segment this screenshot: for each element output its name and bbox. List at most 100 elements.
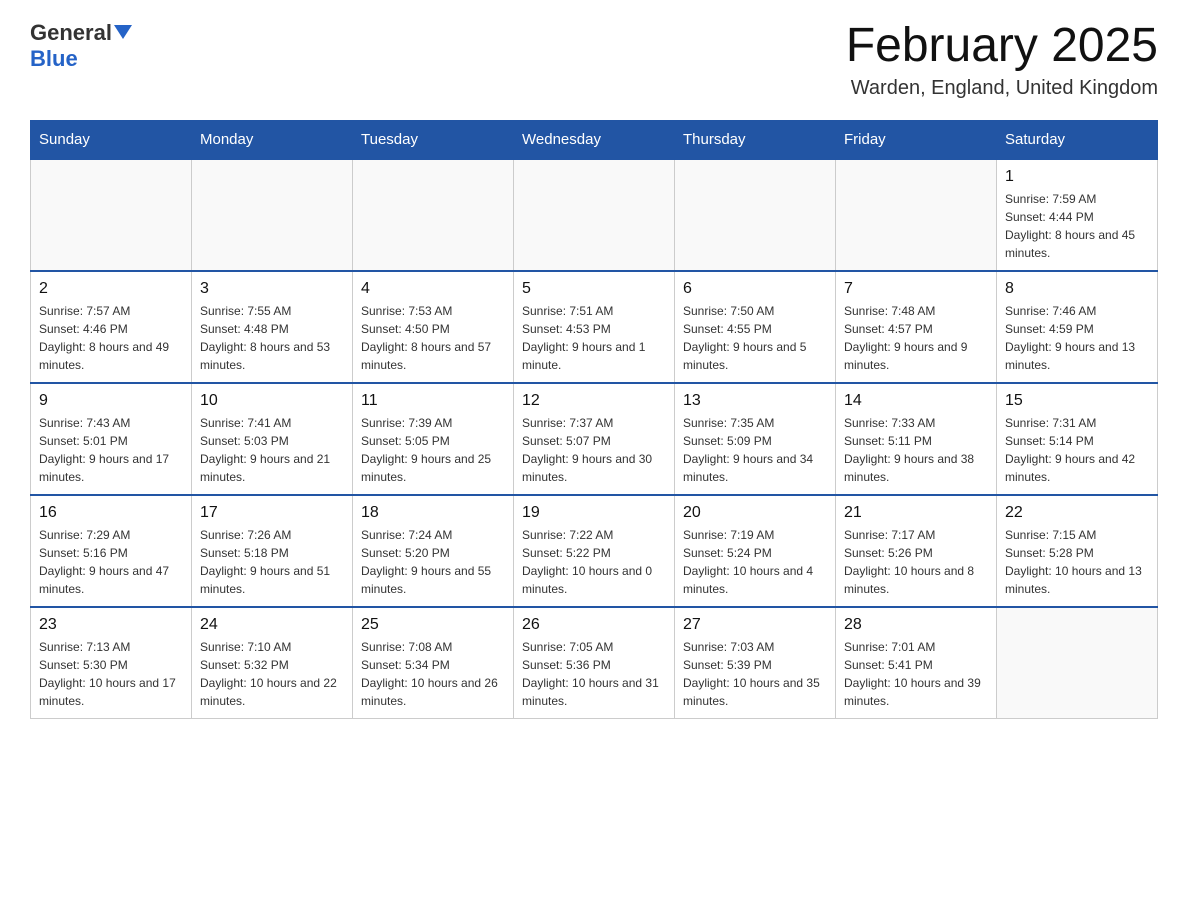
day-number: 22 [1005,504,1149,522]
day-number: 20 [683,504,827,522]
day-number: 16 [39,504,183,522]
day-info: Sunrise: 7:41 AMSunset: 5:03 PMDaylight:… [200,414,344,486]
calendar-week-row: 9Sunrise: 7:43 AMSunset: 5:01 PMDaylight… [31,383,1158,495]
day-number: 17 [200,504,344,522]
day-info: Sunrise: 7:08 AMSunset: 5:34 PMDaylight:… [361,638,505,710]
calendar-header-row: SundayMondayTuesdayWednesdayThursdayFrid… [31,120,1158,159]
calendar-cell: 11Sunrise: 7:39 AMSunset: 5:05 PMDayligh… [353,383,514,495]
day-number: 9 [39,392,183,410]
day-info: Sunrise: 7:50 AMSunset: 4:55 PMDaylight:… [683,302,827,374]
calendar-cell: 10 Sunrise: 7:41 AMSunset: 5:03 PMDayligh… [192,383,353,495]
day-info: Sunrise: 7:13 AMSunset: 5:30 PMDaylight:… [39,638,183,710]
day-info: Sunrise: 7:57 AMSunset: 4:46 PMDaylight:… [39,302,183,374]
calendar-cell: 3 Sunrise: 7:55 AMSunset: 4:48 PMDaylight… [192,271,353,383]
calendar-cell [997,607,1158,719]
day-number: 26 [522,616,666,634]
logo: General Blue [30,20,132,72]
day-number: 12 [522,392,666,410]
day-number: 25 [361,616,505,634]
day-info: Sunrise: 7:31 AMSunset: 5:14 PMDaylight:… [1005,414,1149,486]
calendar-day-header: Friday [836,120,997,159]
day-number: 2 [39,280,183,298]
day-number: 11 [361,392,505,410]
calendar-cell: 16 Sunrise: 7:29 AMSunset: 5:16 PMDayligh… [31,495,192,607]
calendar-day-header: Saturday [997,120,1158,159]
day-number: 7 [844,280,988,298]
calendar-cell [514,159,675,271]
day-number: 3 [200,280,344,298]
day-info: Sunrise: 7:05 AMSunset: 5:36 PMDaylight:… [522,638,666,710]
calendar-cell: 8Sunrise: 7:46 AMSunset: 4:59 PMDaylight… [997,271,1158,383]
day-info: Sunrise: 7:24 AMSunset: 5:20 PMDaylight:… [361,526,505,598]
day-info: Sunrise: 7:10 AMSunset: 5:32 PMDaylight:… [200,638,344,710]
calendar-cell: 4 Sunrise: 7:53 AMSunset: 4:50 PMDaylight… [353,271,514,383]
day-number: 19 [522,504,666,522]
calendar-cell: 27 Sunrise: 7:03 AMSunset: 5:39 PMDayligh… [675,607,836,719]
calendar-week-row: 23 Sunrise: 7:13 AMSunset: 5:30 PMDayligh… [31,607,1158,719]
day-info: Sunrise: 7:15 AMSunset: 5:28 PMDaylight:… [1005,526,1149,598]
calendar-cell: 1 Sunrise: 7:59 AMSunset: 4:44 PMDaylight… [997,159,1158,271]
day-number: 18 [361,504,505,522]
day-number: 21 [844,504,988,522]
day-info: Sunrise: 7:46 AMSunset: 4:59 PMDaylight:… [1005,302,1149,374]
day-number: 15 [1005,392,1149,410]
calendar-cell: 19 Sunrise: 7:22 AMSunset: 5:22 PMDayligh… [514,495,675,607]
day-info: Sunrise: 7:55 AMSunset: 4:48 PMDaylight:… [200,302,344,374]
calendar-cell: 25 Sunrise: 7:08 AMSunset: 5:34 PMDayligh… [353,607,514,719]
calendar-cell: 2 Sunrise: 7:57 AMSunset: 4:46 PMDaylight… [31,271,192,383]
calendar-cell: 20Sunrise: 7:19 AMSunset: 5:24 PMDayligh… [675,495,836,607]
calendar-cell: 7 Sunrise: 7:48 AMSunset: 4:57 PMDaylight… [836,271,997,383]
day-info: Sunrise: 7:51 AMSunset: 4:53 PMDaylight:… [522,302,666,374]
day-info: Sunrise: 7:03 AMSunset: 5:39 PMDaylight:… [683,638,827,710]
calendar-cell: 12 Sunrise: 7:37 AMSunset: 5:07 PMDayligh… [514,383,675,495]
day-number: 24 [200,616,344,634]
day-info: Sunrise: 7:33 AMSunset: 5:11 PMDaylight:… [844,414,988,486]
calendar-cell [353,159,514,271]
title-section: February 2025 Warden, England, United Ki… [846,20,1158,100]
calendar-cell: 9Sunrise: 7:43 AMSunset: 5:01 PMDaylight… [31,383,192,495]
day-number: 14 [844,392,988,410]
calendar-day-header: Monday [192,120,353,159]
calendar-cell: 14 Sunrise: 7:33 AMSunset: 5:11 PMDayligh… [836,383,997,495]
calendar-cell: 24 Sunrise: 7:10 AMSunset: 5:32 PMDayligh… [192,607,353,719]
calendar-cell: 21Sunrise: 7:17 AMSunset: 5:26 PMDayligh… [836,495,997,607]
calendar-cell: 13Sunrise: 7:35 AMSunset: 5:09 PMDayligh… [675,383,836,495]
day-info: Sunrise: 7:29 AMSunset: 5:16 PMDaylight:… [39,526,183,598]
day-number: 27 [683,616,827,634]
calendar-table: SundayMondayTuesdayWednesdayThursdayFrid… [30,120,1158,719]
calendar-cell: 22 Sunrise: 7:15 AMSunset: 5:28 PMDayligh… [997,495,1158,607]
day-number: 23 [39,616,183,634]
calendar-week-row: 2 Sunrise: 7:57 AMSunset: 4:46 PMDaylight… [31,271,1158,383]
day-info: Sunrise: 7:59 AMSunset: 4:44 PMDaylight:… [1005,190,1149,262]
day-number: 10 [200,392,344,410]
day-info: Sunrise: 7:48 AMSunset: 4:57 PMDaylight:… [844,302,988,374]
day-info: Sunrise: 7:37 AMSunset: 5:07 PMDaylight:… [522,414,666,486]
logo-triangle-icon [114,25,132,39]
day-number: 5 [522,280,666,298]
calendar-cell: 17Sunrise: 7:26 AMSunset: 5:18 PMDayligh… [192,495,353,607]
calendar-cell: 26 Sunrise: 7:05 AMSunset: 5:36 PMDayligh… [514,607,675,719]
logo-blue-text: Blue [30,46,132,72]
day-number: 1 [1005,168,1149,186]
calendar-day-header: Wednesday [514,120,675,159]
calendar-day-header: Sunday [31,120,192,159]
calendar-cell [192,159,353,271]
calendar-cell: 18 Sunrise: 7:24 AMSunset: 5:20 PMDayligh… [353,495,514,607]
calendar-cell [31,159,192,271]
page-header: General Blue February 2025 Warden, Engla… [30,20,1158,100]
logo-general-text: General [30,20,112,46]
calendar-cell [836,159,997,271]
calendar-cell: 28Sunrise: 7:01 AMSunset: 5:41 PMDayligh… [836,607,997,719]
calendar-cell: 15 Sunrise: 7:31 AMSunset: 5:14 PMDayligh… [997,383,1158,495]
day-info: Sunrise: 7:53 AMSunset: 4:50 PMDaylight:… [361,302,505,374]
calendar-week-row: 1 Sunrise: 7:59 AMSunset: 4:44 PMDaylight… [31,159,1158,271]
calendar-cell [675,159,836,271]
day-info: Sunrise: 7:35 AMSunset: 5:09 PMDaylight:… [683,414,827,486]
day-info: Sunrise: 7:22 AMSunset: 5:22 PMDaylight:… [522,526,666,598]
calendar-cell: 23 Sunrise: 7:13 AMSunset: 5:30 PMDayligh… [31,607,192,719]
calendar-day-header: Tuesday [353,120,514,159]
calendar-cell: 6Sunrise: 7:50 AMSunset: 4:55 PMDaylight… [675,271,836,383]
calendar-week-row: 16 Sunrise: 7:29 AMSunset: 5:16 PMDayligh… [31,495,1158,607]
location-title: Warden, England, United Kingdom [846,77,1158,100]
day-number: 4 [361,280,505,298]
